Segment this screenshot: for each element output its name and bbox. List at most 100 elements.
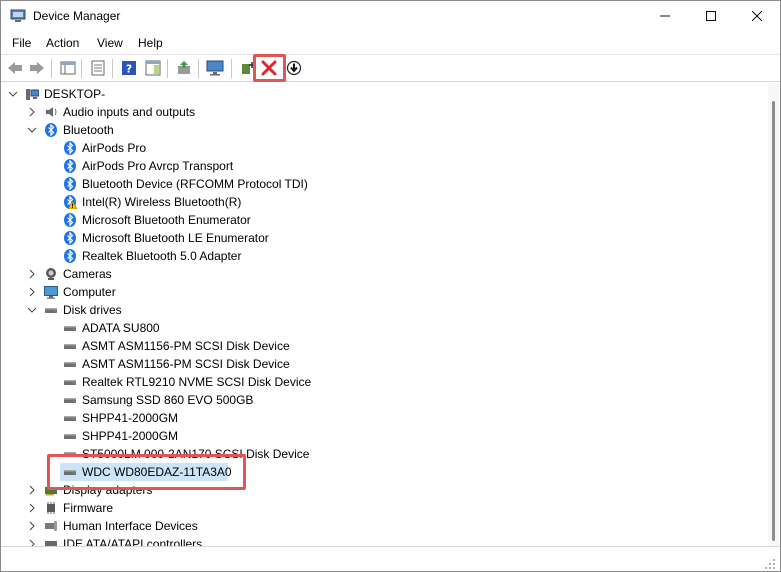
tree-item-label: Microsoft Bluetooth LE Enumerator (82, 231, 269, 245)
tree-category-computer[interactable]: Computer (1, 283, 761, 301)
update-driver-button[interactable] (174, 59, 194, 77)
tree-device-item[interactable]: AirPods Pro Avrcp Transport (1, 157, 761, 175)
update-driver-icon (178, 61, 190, 74)
tree-device-item[interactable]: ADATA SU800 (1, 319, 761, 337)
minimize-button[interactable] (642, 1, 688, 31)
chevron-right-icon[interactable] (27, 539, 37, 546)
tree-device-item[interactable]: Microsoft Bluetooth Enumerator (1, 211, 761, 229)
uninstall-device-button[interactable] (259, 59, 279, 77)
bluetooth-warning-icon (64, 195, 77, 209)
tree-item-label: Samsung SSD 860 EVO 500GB (82, 393, 254, 407)
disk-icon (64, 434, 76, 439)
maximize-icon (706, 11, 716, 21)
chevron-down-icon[interactable] (27, 125, 37, 135)
tree-item-label: Audio inputs and outputs (63, 105, 196, 119)
properties-icon (91, 60, 105, 76)
disk-icon (64, 326, 76, 331)
help-button[interactable]: ? (119, 59, 139, 77)
device-tree[interactable]: DESKTOP- Audio inputs and outputs Bluetoot… (1, 83, 768, 546)
device-manager-window: Device Manager File Action View Help ? D… (0, 0, 781, 572)
chevron-right-icon[interactable] (27, 287, 37, 297)
status-bar (1, 546, 780, 571)
chevron-down-icon[interactable] (27, 305, 37, 315)
chevron-right-icon[interactable] (27, 107, 37, 117)
chevron-right-icon[interactable] (27, 521, 37, 531)
disable-device-icon (286, 60, 302, 76)
close-button[interactable] (734, 1, 780, 31)
properties-button[interactable] (88, 59, 108, 77)
tree-item-label: SHPP41-2000GM (82, 411, 179, 425)
tree-device-item[interactable]: Realtek Bluetooth 5.0 Adapter (1, 247, 761, 265)
bluetooth-icon (64, 249, 76, 263)
tree-category-disk-drives[interactable]: Disk drives (1, 301, 761, 319)
tree-item-label: Display adapters (63, 483, 153, 497)
disk-icon (64, 344, 76, 349)
tree-item-label: SHPP41-2000GM (82, 429, 179, 443)
tree-item-label: Firmware (63, 501, 113, 515)
tree-item-label: Bluetooth Device (RFCOMM Protocol TDI) (82, 177, 308, 191)
svg-text:?: ? (126, 63, 132, 76)
tree-device-item[interactable]: AirPods Pro (1, 139, 761, 157)
menu-help[interactable]: Help (138, 36, 163, 50)
disk-icon (64, 398, 76, 403)
tree-device-item[interactable]: Intel(R) Wireless Bluetooth(R) (1, 193, 761, 211)
tree-category-ide-ata-atapi-controllers[interactable]: IDE ATA/ATAPI controllers (1, 535, 761, 546)
toolbar-separator (81, 59, 82, 78)
add-legacy-hardware-button[interactable] (237, 59, 257, 77)
help-icon: ? (122, 61, 136, 76)
toolbar-separator (231, 59, 232, 78)
forward-button[interactable] (27, 59, 47, 77)
vertical-scrollbar[interactable] (768, 83, 780, 546)
tree-device-item[interactable]: Realtek RTL9210 NVME SCSI Disk Device (1, 373, 761, 391)
menu-file[interactable]: File (12, 36, 31, 50)
menu-view[interactable]: View (97, 36, 123, 50)
tree-category-firmware[interactable]: Firmware (1, 499, 761, 517)
tree-device-item[interactable]: ASMT ASM1156-PM SCSI Disk Device (1, 337, 761, 355)
computer-root-icon (26, 89, 39, 100)
tree-device-item[interactable]: WDC WD80EDAZ-11TA3A0 (1, 463, 761, 481)
menu-bar: File Action View Help (1, 32, 780, 54)
show-hide-console-tree-button[interactable] (58, 59, 78, 77)
tree-category-audio-inputs-and-outputs[interactable]: Audio inputs and outputs (1, 103, 761, 121)
scan-hardware-changes-button[interactable] (205, 59, 225, 77)
chevron-down-icon[interactable] (8, 89, 18, 99)
tree-device-item[interactable]: Microsoft Bluetooth LE Enumerator (1, 229, 761, 247)
scrollbar-thumb[interactable] (772, 101, 775, 541)
maximize-button[interactable] (688, 1, 734, 31)
toolbar-separator (51, 59, 52, 78)
tree-category-bluetooth[interactable]: Bluetooth (1, 121, 761, 139)
resize-grip-icon[interactable] (764, 558, 776, 570)
display-adapter-icon (45, 487, 57, 496)
disable-device-button[interactable] (284, 59, 304, 77)
monitor-icon (44, 286, 58, 299)
back-button[interactable] (5, 59, 25, 77)
chevron-right-icon[interactable] (27, 269, 37, 279)
tree-item-label: Cameras (63, 267, 112, 281)
action-pane-button[interactable] (143, 59, 163, 77)
tree-category-display-adapters[interactable]: Display adapters (1, 481, 761, 499)
chevron-right-icon[interactable] (27, 503, 37, 513)
tree-item-label: Microsoft Bluetooth Enumerator (82, 213, 251, 227)
tree-device-item[interactable]: ST5000LM 000-2AN170 SCSI Disk Device (1, 445, 761, 463)
bluetooth-icon (64, 177, 76, 191)
bluetooth-icon (64, 141, 76, 155)
window-title: Device Manager (33, 9, 121, 23)
bluetooth-icon (64, 159, 76, 173)
controller-icon (45, 541, 57, 546)
tree-category-human-interface-devices[interactable]: Human Interface Devices (1, 517, 761, 535)
tree-category-cameras[interactable]: Cameras (1, 265, 761, 283)
tree-item-label: DESKTOP- (44, 87, 106, 101)
tree-device-item[interactable]: SHPP41-2000GM (1, 409, 761, 427)
tree-device-item[interactable]: ASMT ASM1156-PM SCSI Disk Device (1, 355, 761, 373)
tree-root-desktop[interactable]: DESKTOP- (1, 85, 761, 103)
tree-device-item[interactable]: SHPP41-2000GM (1, 427, 761, 445)
bluetooth-icon (64, 213, 76, 227)
menu-action[interactable]: Action (46, 36, 79, 50)
disk-icon (64, 416, 76, 421)
title-bar[interactable]: Device Manager (1, 1, 780, 31)
minimize-icon (660, 15, 670, 17)
chevron-right-icon[interactable] (27, 485, 37, 495)
tree-device-item[interactable]: Bluetooth Device (RFCOMM Protocol TDI) (1, 175, 761, 193)
tree-device-item[interactable]: Samsung SSD 860 EVO 500GB (1, 391, 761, 409)
toolbar-separator (198, 59, 199, 78)
